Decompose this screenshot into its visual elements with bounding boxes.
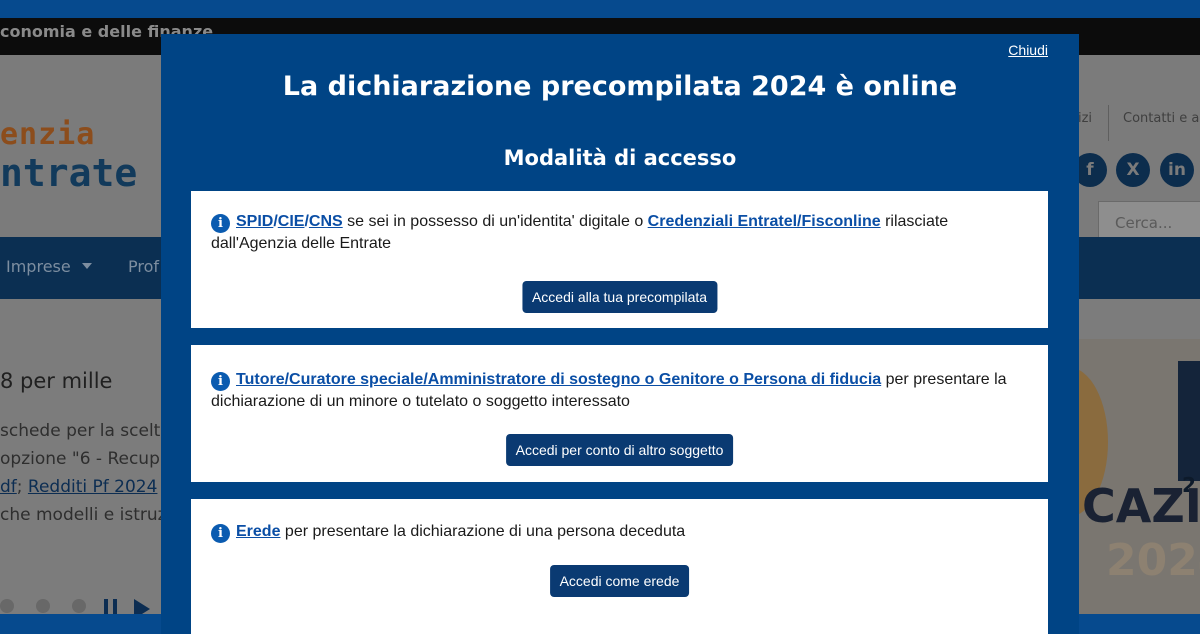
search-placeholder: Cerca...: [1115, 214, 1173, 232]
nav-item-professionisti[interactable]: Prof: [128, 257, 159, 276]
link-cie[interactable]: CIE: [278, 213, 305, 230]
access-card-personal: i SPID/CIE/CNS se sei in possesso di un'i…: [191, 191, 1048, 328]
banner-shape: 2: [1178, 361, 1200, 497]
pause-icon[interactable]: [104, 599, 108, 614]
info-icon: i: [211, 524, 230, 543]
util-link-contatti[interactable]: Contatti e as: [1123, 111, 1200, 126]
content-text: schede per la scelta: [0, 421, 171, 441]
info-icon: i: [211, 214, 230, 233]
card-description: i Erede per presentare la dichiarazione d…: [211, 521, 1030, 543]
logo-line-2[interactable]: ntrate: [0, 151, 137, 195]
carousel-dots: [0, 599, 108, 614]
precompilata-modal: Chiudi La dichiarazione precompilata 202…: [161, 34, 1079, 634]
nav-item-imprese[interactable]: Imprese: [6, 257, 71, 276]
carousel-dot[interactable]: [36, 599, 50, 613]
x-twitter-icon[interactable]: X: [1116, 153, 1150, 187]
content-separator: ;: [16, 477, 23, 497]
card-description: i Tutore/Curatore speciale/Amministratore…: [211, 369, 1030, 413]
banner-year: 2024: [1106, 535, 1200, 586]
banner-word: CAZIO: [1082, 479, 1200, 533]
promo-banner[interactable]: 2 CAZIO 2024: [1078, 339, 1200, 614]
link-spid[interactable]: SPID: [236, 213, 273, 230]
info-icon: i: [211, 372, 230, 391]
play-icon[interactable]: [134, 599, 150, 614]
access-card-other-subject: i Tutore/Curatore speciale/Amministratore…: [191, 345, 1048, 482]
logo-line-1[interactable]: enzia: [0, 117, 95, 152]
content-link-redditi-pf[interactable]: Redditi Pf 2024: [28, 477, 158, 497]
card-text: se sei in possesso di un'identita' digit…: [342, 213, 648, 230]
link-credenziali-entratel[interactable]: Credenziali Entratel/Fisconline: [648, 213, 881, 230]
card-description: i SPID/CIE/CNS se sei in possesso di un'i…: [211, 211, 1030, 255]
modal-subtitle: Modalità di accesso: [503, 146, 737, 170]
link-tutore-curatore[interactable]: Tutore/Curatore speciale/Amministratore …: [236, 371, 881, 388]
close-link[interactable]: Chiudi: [1008, 42, 1048, 58]
util-link-servizi[interactable]: izi: [1078, 111, 1092, 126]
access-heir-button[interactable]: Accedi come erede: [549, 565, 690, 597]
content-links-line: df; Redditi Pf 2024: [0, 477, 157, 497]
modal-title: La dichiarazione precompilata 2024 è onl…: [282, 71, 958, 102]
section-title: 8 per mille: [0, 369, 113, 393]
carousel-dot[interactable]: [72, 599, 86, 613]
content-link[interactable]: df: [0, 477, 17, 497]
access-precompilata-button[interactable]: Accedi alla tua precompilata: [521, 281, 718, 313]
access-card-heir: i Erede per presentare la dichiarazione d…: [191, 499, 1048, 634]
chevron-down-icon[interactable]: [82, 263, 92, 269]
util-separator: [1108, 105, 1109, 141]
content-text: opzione "6 - Recup: [0, 449, 160, 469]
content-text: che modelli e istruzi: [0, 505, 172, 525]
link-erede[interactable]: Erede: [236, 523, 280, 540]
linkedin-icon[interactable]: in: [1160, 153, 1194, 187]
access-other-subject-button[interactable]: Accedi per conto di altro soggetto: [505, 434, 734, 466]
card-text: per presentare la dichiarazione di una p…: [280, 523, 686, 540]
carousel-dot[interactable]: [0, 599, 14, 613]
link-cns[interactable]: CNS: [309, 213, 343, 230]
